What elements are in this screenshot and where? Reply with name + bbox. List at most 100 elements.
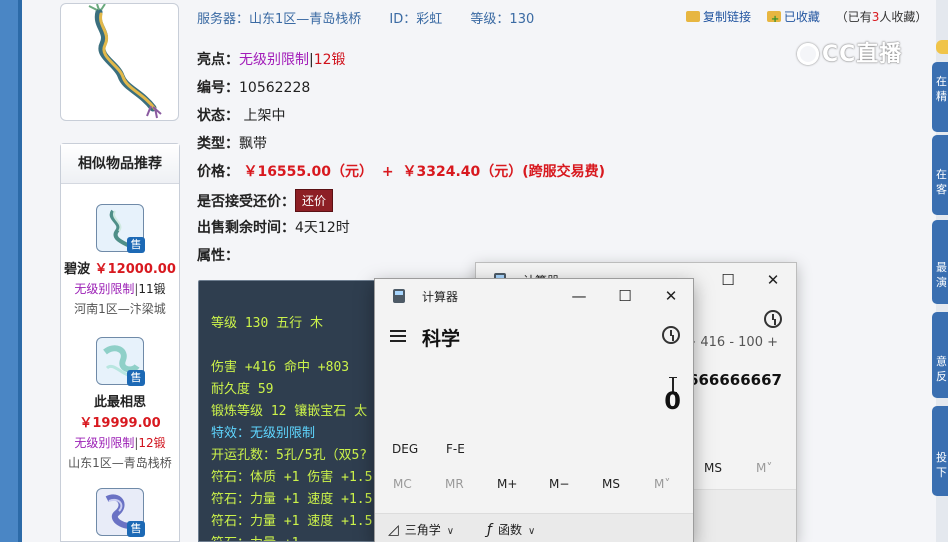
close-button[interactable]: ✕	[660, 285, 682, 307]
memory-recall-button[interactable]: MR	[445, 477, 464, 491]
attr-line: 符石：体质 +1 伤害 +1.5	[211, 470, 373, 485]
titlebar[interactable]: 计算器 — ☐ ✕	[375, 279, 693, 313]
cc-logo-icon	[797, 43, 819, 65]
folder-add-icon	[766, 11, 781, 22]
left-border	[0, 0, 22, 542]
similar-items-panel: 相似物品推荐 售 碧波 ￥12000.00 无级别限制|11锻 河南1区—汴梁城…	[60, 143, 180, 542]
type-value: 飘带	[239, 136, 267, 152]
similar-item[interactable]: 售 碧波 ￥12000.00 无级别限制|11锻 河南1区—汴梁城	[61, 204, 179, 317]
attr-line: 等级 130 五行 木	[211, 316, 323, 331]
similar-item-limit: 无级别限制	[74, 436, 135, 450]
copy-link-button[interactable]: 复制链接	[686, 10, 751, 24]
expression-display: + 416 - 100 +	[685, 335, 778, 350]
similar-item-forge: 12锻	[138, 436, 166, 450]
rail-tab[interactable]: 在客	[932, 135, 948, 215]
memory-subtract-button[interactable]: M−	[549, 477, 569, 491]
sold-tag: 售	[127, 237, 145, 253]
window-title: 计算器	[422, 290, 459, 304]
counter-offer-button[interactable]: 还价	[295, 189, 334, 212]
highlight-label: 亮点：	[197, 52, 239, 68]
trig-label: 三角学	[404, 523, 441, 537]
memory-store-button[interactable]: MS	[602, 477, 620, 491]
maximize-button[interactable]: ☐	[614, 285, 636, 307]
similar-item-server: 河南1区—汴梁城	[74, 302, 166, 316]
time-value: 4天12时	[295, 220, 350, 236]
history-icon[interactable]	[764, 310, 782, 328]
function-icon: ƒ	[487, 522, 492, 538]
highlight-value: 无级别限制	[239, 52, 309, 68]
trigonometry-dropdown[interactable]: ◿ 三角学 ∨	[388, 521, 454, 538]
fe-button[interactable]: F-E	[446, 442, 465, 456]
triangle-icon: ◿	[388, 522, 399, 538]
calculator-display: 0	[664, 387, 681, 415]
right-rail: 在精 在客 最演 意反 投下	[932, 0, 948, 542]
attr-line: 特效：无级别限制	[211, 426, 316, 441]
item-icon[interactable]: 售	[96, 204, 145, 253]
top-actions: 复制链接 已收藏 （已有3人收藏）	[686, 8, 927, 25]
similar-item-name[interactable]: 碧波	[64, 262, 90, 277]
similar-item-limit: 无级别限制	[74, 282, 135, 296]
menu-icon[interactable]	[390, 330, 406, 342]
server-text: 服务器：山东1区—青岛栈桥	[197, 12, 362, 27]
type-row: 类型：飘带	[197, 133, 267, 153]
ribbon-image	[88, 3, 162, 119]
similar-item[interactable]: 售	[61, 488, 179, 537]
fav-prefix: （已有	[835, 10, 872, 24]
close-button[interactable]: ✕	[762, 269, 784, 291]
folder-icon	[686, 11, 700, 22]
highlight-row: 亮点：无级别限制|12锻	[197, 49, 346, 69]
attr-row: 属性：	[197, 245, 239, 265]
time-label: 出售剩余时间：	[197, 220, 295, 236]
sold-tag: 售	[127, 521, 145, 537]
calculator-icon	[393, 289, 405, 303]
memory-add-button[interactable]: M+	[497, 477, 517, 491]
rail-tab[interactable]: 在精	[932, 62, 948, 132]
similar-item-price: ￥12000.00	[94, 262, 176, 277]
attr-line: 开运孔数：5孔/5孔（双5?	[211, 448, 368, 463]
attr-line: 耐久度 59	[211, 382, 274, 397]
deg-button[interactable]: DEG	[392, 442, 418, 456]
item-icon[interactable]: 售	[96, 337, 145, 386]
chevron-down-icon: ∨	[527, 526, 536, 537]
seller-id: ID：彩虹	[389, 12, 443, 27]
calculator-window[interactable]: 计算器 — ☐ ✕ 科学 0 DEG F-E MC MR M+ M− MS M˅…	[374, 278, 694, 542]
fav-count-text: （已有3人收藏）	[836, 10, 928, 24]
minimize-button[interactable]: —	[568, 285, 590, 307]
status-row: 状态： 上架中	[197, 105, 285, 125]
price-row: 价格： ￥16555.00（元） + ￥3324.40（元）(跨服交易费)	[197, 161, 605, 181]
counter-label: 是否接受还价：	[197, 194, 295, 210]
counter-offer-row: 是否接受还价： 还价	[197, 189, 334, 212]
maximize-button[interactable]: ☐	[717, 269, 739, 291]
mode-title: 科学	[422, 328, 461, 350]
time-row: 出售剩余时间：4天12时	[197, 217, 350, 237]
number-row: 编号：10562228	[197, 77, 310, 97]
status-value: 上架中	[243, 108, 286, 124]
favorite-button[interactable]: 已收藏	[766, 10, 820, 24]
type-label: 类型：	[197, 136, 239, 152]
memory-store-button[interactable]: MS	[704, 461, 722, 475]
highlight-forge: 12锻	[313, 52, 346, 68]
attr-line: 符石：力量 +1 速度 +1.5	[211, 492, 373, 507]
rail-tab[interactable]: 意反	[932, 312, 948, 398]
number-label: 编号：	[197, 80, 239, 96]
memory-clear-button[interactable]: MC	[393, 477, 412, 491]
history-icon[interactable]	[662, 326, 680, 344]
price-label: 价格：	[197, 164, 239, 180]
function-dropdown[interactable]: ƒ 函数 ∨	[487, 521, 535, 538]
similar-item[interactable]: 售 此最相思 ￥19999.00 无级别限制|12锻 山东1区—青岛栈桥	[61, 337, 179, 471]
price-fee: ￥3324.40（元）(跨服交易费)	[402, 164, 606, 180]
rail-tab[interactable]: 最演	[932, 220, 948, 304]
cc-watermark: CC直播	[797, 36, 902, 68]
status-label: 状态：	[197, 108, 239, 124]
attr-line: 符石：力量 +1 速度 +1.5	[211, 514, 373, 529]
item-icon[interactable]: 售	[96, 488, 145, 537]
similar-item-name[interactable]: 此最相思	[94, 395, 146, 410]
attributes-panel: 等级 130 五行 木 伤害 +416 命中 +803 耐久度 59 锻炼等级 …	[198, 280, 398, 542]
page: 相似物品推荐 售 碧波 ￥12000.00 无级别限制|11锻 河南1区—汴梁城…	[0, 0, 948, 542]
chevron-down-icon: ∨	[446, 526, 455, 537]
rail-tab[interactable]: 投下	[932, 406, 948, 496]
number-value: 10562228	[239, 80, 311, 96]
price-value: ￥16555.00（元）	[243, 164, 373, 180]
memory-list-button[interactable]: M˅	[756, 461, 772, 475]
memory-list-button[interactable]: M˅	[654, 477, 670, 491]
